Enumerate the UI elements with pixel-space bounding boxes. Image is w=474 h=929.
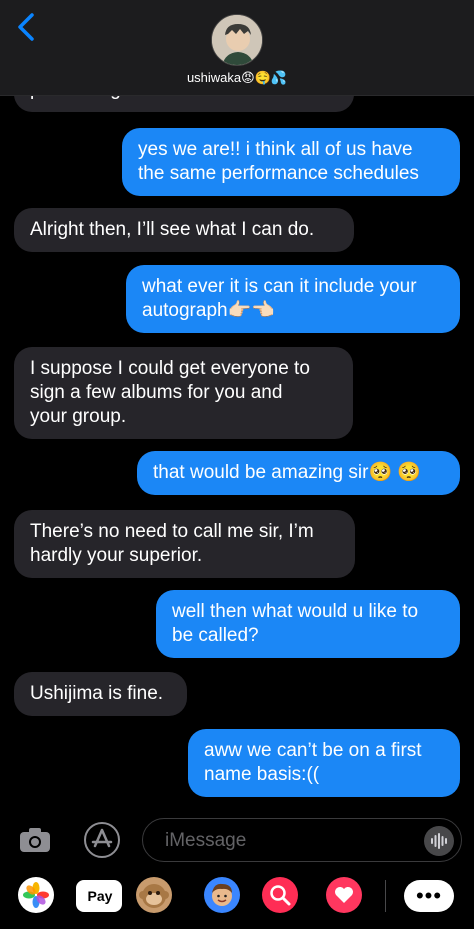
message-outgoing: aww we can’t be on a first name basis:(( — [188, 729, 460, 797]
photos-icon[interactable] — [18, 877, 54, 913]
digital-touch-heart-icon[interactable] — [326, 877, 362, 913]
message-incoming: Ushijima is fine. — [14, 672, 187, 716]
apple-pay-label: Pay — [87, 888, 113, 904]
message-incoming: There’s no need to call me sir, I’m hard… — [14, 510, 355, 578]
app-drawer-divider — [385, 880, 386, 912]
message-list[interactable]: performing on one tomorrow? yes we are!!… — [0, 96, 474, 812]
back-chevron-icon[interactable] — [14, 12, 40, 42]
memoji-stickers-icon[interactable] — [204, 877, 240, 913]
message-outgoing: well then what would u like to be called… — [156, 590, 460, 658]
message-outgoing: yes we are!! i think all of us have the … — [122, 128, 460, 196]
imessage-input[interactable]: iMessage — [142, 818, 462, 862]
message-incoming: Alright then, I’ll see what I can do. — [14, 208, 354, 252]
imessage-placeholder: iMessage — [165, 830, 247, 851]
app-store-icon[interactable] — [84, 822, 120, 858]
images-search-icon[interactable] — [262, 877, 298, 913]
monkey-animoji-icon[interactable] — [136, 877, 172, 913]
audio-message-icon[interactable] — [424, 826, 454, 856]
conversation-header: ushiwaka😡🤤💦 — [0, 0, 474, 96]
camera-icon[interactable] — [18, 826, 52, 854]
message-outgoing: that would be amazing sir🥺 🥺 — [137, 451, 460, 495]
contact-avatar[interactable] — [211, 14, 263, 66]
message-incoming: I suppose I could get everyone to sign a… — [14, 347, 353, 439]
message-incoming: performing on one tomorrow? — [14, 96, 354, 112]
message-outgoing: what ever it is can it include your auto… — [126, 265, 460, 333]
more-apps-button[interactable]: ••• — [404, 880, 454, 912]
more-dots-icon: ••• — [415, 883, 443, 908]
apple-pay-button[interactable]: Pay — [76, 880, 122, 912]
contact-name[interactable]: ushiwaka😡🤤💦 — [0, 70, 474, 86]
